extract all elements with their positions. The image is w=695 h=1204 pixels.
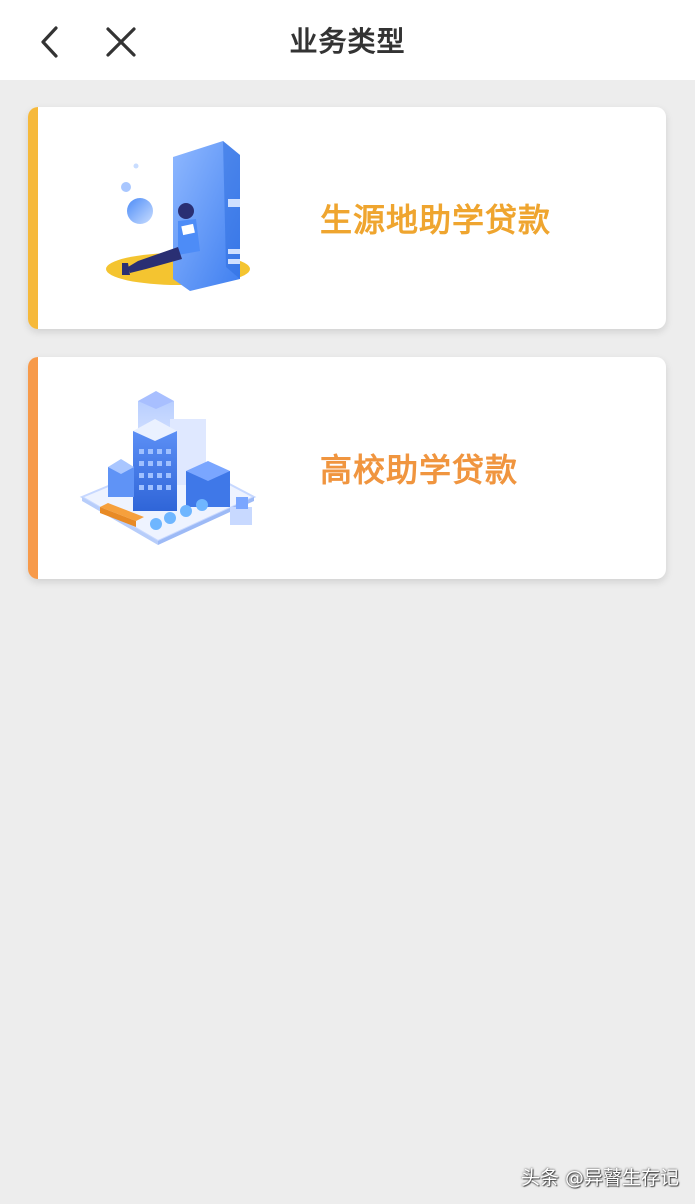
- student-origin-loan-card[interactable]: 生源地助学贷款: [28, 107, 666, 329]
- card-label: 高校助学贷款: [320, 451, 519, 489]
- card-label: 生源地助学贷款: [320, 201, 552, 239]
- campus-buildings-illustration: [79, 391, 257, 545]
- page-title: 业务类型: [289, 25, 406, 58]
- student-reading-book-illustration: [106, 141, 250, 291]
- card-accent-bar: [28, 357, 38, 579]
- card-accent-bar: [28, 107, 38, 329]
- watermark: 头条 @异瞽生存记: [520, 1167, 679, 1189]
- university-loan-card[interactable]: 高校助学贷款: [28, 357, 666, 579]
- top-bar: 业务类型: [0, 0, 695, 80]
